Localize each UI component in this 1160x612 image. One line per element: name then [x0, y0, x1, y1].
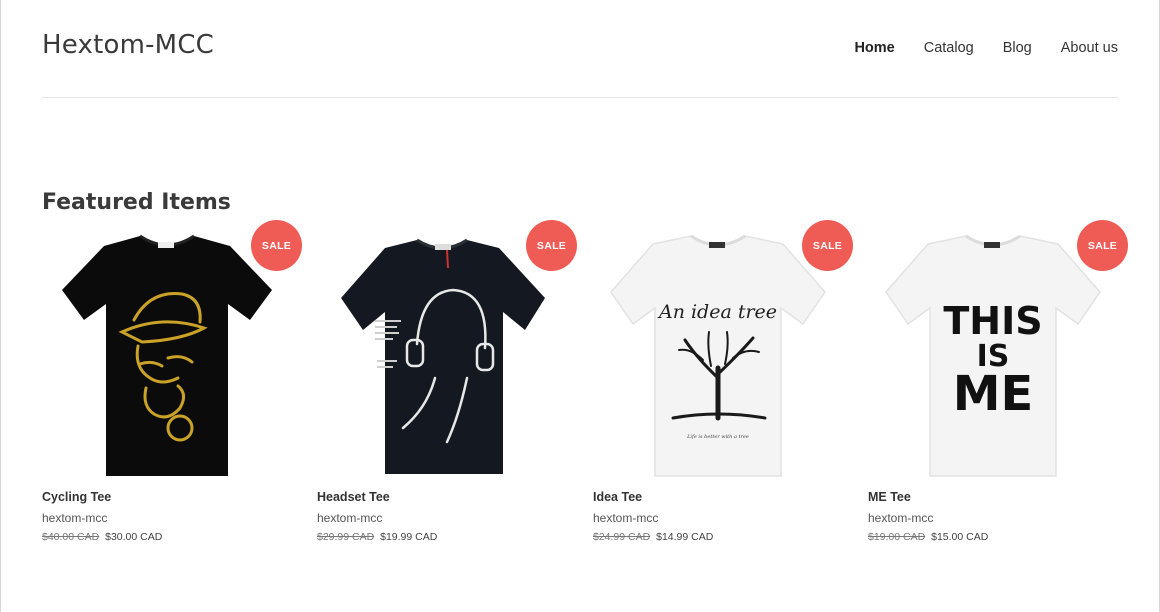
- sale-price: $14.99 CAD: [656, 531, 714, 543]
- sale-badge: SALE: [1077, 220, 1128, 271]
- featured-items-heading: Featured Items: [42, 190, 231, 215]
- tshirt-image-icon: [341, 238, 545, 474]
- product-card[interactable]: An idea tree Life is better with a tree …: [593, 220, 853, 552]
- product-card[interactable]: THIS IS ME SALE ME Tee hextom-mcc $19.00…: [868, 220, 1128, 552]
- product-price: $29.99 CAD $19.99 CAD: [317, 531, 437, 543]
- tshirt-image-icon: An idea tree Life is better with a tree: [610, 234, 826, 477]
- product-image[interactable]: An idea tree Life is better with a tree: [593, 228, 843, 482]
- compare-at-price: $24.99 CAD: [593, 531, 651, 543]
- tshirt-image-icon: THIS IS ME: [885, 234, 1101, 477]
- product-title[interactable]: Headset Tee: [317, 490, 390, 504]
- sale-price: $30.00 CAD: [105, 531, 163, 543]
- compare-at-price: $19.00 CAD: [868, 531, 926, 543]
- product-grid: SALE Cycling Tee hextom-mcc $40.00 CAD $…: [42, 220, 1128, 562]
- nav-blog[interactable]: Blog: [1003, 40, 1032, 56]
- product-title[interactable]: Cycling Tee: [42, 490, 111, 504]
- product-title[interactable]: Idea Tee: [593, 490, 642, 504]
- tshirt-image-icon: [62, 234, 272, 476]
- product-image[interactable]: [317, 228, 567, 482]
- product-vendor: hextom-mcc: [42, 511, 108, 525]
- sale-price: $19.99 CAD: [380, 531, 438, 543]
- product-vendor: hextom-mcc: [593, 511, 659, 525]
- shirt-graphic-text: ME: [953, 366, 1034, 422]
- site-logo[interactable]: Hextom-MCC: [42, 30, 214, 60]
- nav-home[interactable]: Home: [854, 40, 894, 56]
- product-vendor: hextom-mcc: [868, 511, 934, 525]
- product-price: $40.00 CAD $30.00 CAD: [42, 531, 162, 543]
- shirt-graphic-text: An idea tree: [657, 301, 777, 323]
- product-card[interactable]: SALE Cycling Tee hextom-mcc $40.00 CAD $…: [42, 220, 302, 552]
- product-vendor: hextom-mcc: [317, 511, 383, 525]
- product-card[interactable]: SALE Headset Tee hextom-mcc $29.99 CAD $…: [317, 220, 577, 552]
- sale-badge: SALE: [802, 220, 853, 271]
- site-header: Hextom-MCC Home Catalog Blog About us: [42, 0, 1118, 98]
- compare-at-price: $29.99 CAD: [317, 531, 375, 543]
- nav-catalog[interactable]: Catalog: [924, 40, 974, 56]
- sale-badge: SALE: [526, 220, 577, 271]
- main-nav: Home Catalog Blog About us: [854, 40, 1118, 56]
- product-image[interactable]: THIS IS ME: [868, 228, 1118, 482]
- product-price: $19.00 CAD $15.00 CAD: [868, 531, 988, 543]
- nav-about-us[interactable]: About us: [1061, 40, 1118, 56]
- shirt-graphic-text: THIS: [943, 299, 1042, 343]
- sale-badge: SALE: [251, 220, 302, 271]
- product-image[interactable]: [42, 228, 292, 482]
- sale-price: $15.00 CAD: [931, 531, 989, 543]
- shirt-graphic-subtext: Life is better with a tree: [686, 434, 749, 440]
- product-title[interactable]: ME Tee: [868, 490, 911, 504]
- compare-at-price: $40.00 CAD: [42, 531, 100, 543]
- product-price: $24.99 CAD $14.99 CAD: [593, 531, 713, 543]
